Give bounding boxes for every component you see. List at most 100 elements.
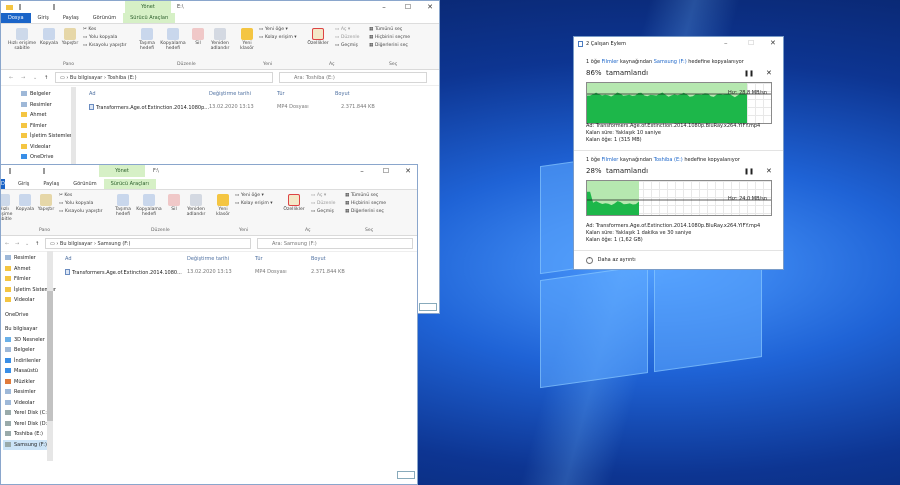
- copy-to-button[interactable]: Kopyalama hedefi: [135, 194, 163, 217]
- quick-access-toolbar-icons[interactable]: [9, 168, 45, 174]
- source-link[interactable]: Filmler: [602, 157, 619, 163]
- breadcrumb-drive[interactable]: Toshiba (E:): [108, 75, 137, 81]
- new-folder-button[interactable]: Yeni klasör: [213, 194, 233, 217]
- destination-link[interactable]: Toshiba (E:): [654, 157, 683, 163]
- quick-access-toolbar-icons[interactable]: [19, 4, 55, 10]
- cancel-button[interactable]: ✕: [766, 167, 772, 175]
- breadcrumb-this-pc[interactable]: Bu bilgisayar: [70, 75, 102, 81]
- back-arrow-icon[interactable]: ←: [5, 241, 9, 247]
- tab-file[interactable]: Dosya: [1, 179, 5, 189]
- nav-item[interactable]: Yerel Disk (C:): [3, 408, 49, 419]
- history-button[interactable]: ▭ Geçmiş: [311, 209, 334, 215]
- paste-shortcut-button[interactable]: ▭ Kısayolu yapıştır: [83, 43, 127, 49]
- new-item-button[interactable]: ▭ Yeni öğe ▾: [235, 193, 264, 199]
- close-button[interactable]: ✕: [770, 39, 776, 47]
- pause-button[interactable]: ❚❚: [744, 168, 754, 175]
- tab-view[interactable]: Görünüm: [66, 179, 103, 189]
- pin-quick-access-button[interactable]: Hızlı erişime sabitle: [5, 28, 39, 51]
- open-button[interactable]: ▭ Aç ▾: [311, 193, 326, 199]
- column-header-name[interactable]: Ad: [89, 91, 96, 97]
- nav-item-documents[interactable]: Belgeler: [19, 89, 71, 100]
- new-item-button[interactable]: ▭ Yeni öğe ▾: [259, 27, 288, 33]
- open-button[interactable]: ▭ Aç ▾: [335, 27, 350, 33]
- copy-button[interactable]: Kopyala: [15, 194, 35, 212]
- nav-item[interactable]: Belgeler: [3, 345, 47, 356]
- recent-locations-icon[interactable]: ⌄: [33, 75, 37, 81]
- select-none-button[interactable]: ▦ Hiçbirini seçme: [345, 201, 386, 207]
- tab-share[interactable]: Paylaş: [56, 13, 86, 23]
- less-details-button[interactable]: ˆ Daha az ayrıntı: [586, 257, 636, 264]
- edit-button[interactable]: ▭ Düzenle: [335, 35, 360, 41]
- nav-item[interactable]: Müzikler: [3, 377, 47, 388]
- nav-item[interactable]: Masaüstü: [3, 366, 47, 377]
- nav-item-onedrive[interactable]: OneDrive: [3, 310, 47, 321]
- file-operation-dialog[interactable]: 2 Çalışan Eylem – ☐ ✕ 1 öğe Filmler kayn…: [573, 36, 784, 270]
- nav-item[interactable]: Resimler: [3, 387, 47, 398]
- easy-access-button[interactable]: ▭ Kolay erişim ▾: [259, 35, 297, 41]
- cancel-button[interactable]: ✕: [766, 69, 772, 77]
- new-folder-button[interactable]: Yeni klasör: [237, 28, 257, 51]
- recent-locations-icon[interactable]: ⌄: [25, 241, 29, 247]
- tab-home[interactable]: Giriş: [31, 13, 56, 23]
- nav-item[interactable]: Resimler: [3, 253, 47, 264]
- nav-item-ahmet[interactable]: Ahmet: [19, 110, 71, 121]
- column-header-date[interactable]: Değiştirme tarihi: [187, 256, 229, 262]
- tab-home[interactable]: Giriş: [11, 179, 36, 189]
- forward-arrow-icon[interactable]: →: [21, 75, 25, 81]
- maximize-button[interactable]: ☐: [375, 165, 397, 177]
- nav-item-this-pc[interactable]: Bu bilgisayar: [3, 324, 47, 335]
- nav-item[interactable]: Ahmet: [3, 264, 47, 275]
- delete-button[interactable]: Sil: [189, 28, 207, 46]
- invert-selection-button[interactable]: ▦ Diğerlerini seç: [345, 209, 384, 215]
- minimize-button[interactable]: –: [724, 39, 728, 47]
- nav-item[interactable]: Videolar: [3, 398, 47, 409]
- maximize-button[interactable]: ☐: [748, 39, 754, 47]
- invert-selection-button[interactable]: ▦ Diğerlerini seç: [369, 43, 408, 49]
- paste-button[interactable]: Yapıştır: [35, 194, 57, 212]
- copy-to-button[interactable]: Kopyalama hedefi: [159, 28, 187, 51]
- search-input[interactable]: Ara: Samsung (F:): [257, 238, 413, 249]
- minimize-button[interactable]: –: [351, 165, 373, 177]
- up-arrow-icon[interactable]: ↑: [35, 241, 39, 247]
- file-row[interactable]: Transformers.Age.of.Extinction.2014.1080…: [89, 104, 209, 111]
- forward-arrow-icon[interactable]: →: [15, 241, 19, 247]
- title-bar[interactable]: Yönet E:\ – ☐ ✕: [1, 1, 439, 13]
- move-to-button[interactable]: Taşıma hedefi: [111, 194, 135, 217]
- destination-link[interactable]: Samsung (F:): [654, 59, 687, 65]
- nav-item[interactable]: 3D Nesneler: [3, 335, 47, 346]
- tab-drive-tools[interactable]: Sürücü Araçları: [123, 13, 176, 23]
- copy-button[interactable]: Kopyala: [39, 28, 59, 46]
- close-button[interactable]: ✕: [419, 1, 439, 13]
- file-row[interactable]: Transformers.Age.of.Extinction.2014.1080…: [65, 269, 182, 276]
- view-toggle-icons[interactable]: [397, 471, 415, 479]
- nav-item-pictures[interactable]: Resimler: [19, 100, 71, 111]
- view-toggle-icons[interactable]: [419, 303, 437, 311]
- up-arrow-icon[interactable]: ↑: [44, 75, 48, 81]
- column-header-date[interactable]: Değiştirme tarihi: [209, 91, 251, 97]
- nav-item-selected[interactable]: Samsung (F:): [3, 439, 47, 450]
- move-to-button[interactable]: Taşıma hedefi: [135, 28, 159, 51]
- column-header-type[interactable]: Tür: [255, 256, 263, 262]
- tab-drive-tools[interactable]: Sürücü Araçları: [103, 179, 156, 189]
- title-bar[interactable]: Yönet F:\ – ☐ ✕: [1, 165, 417, 177]
- nav-scrollbar[interactable]: [47, 251, 53, 461]
- nav-item[interactable]: Filmler: [3, 274, 47, 285]
- column-header-size[interactable]: Boyut: [311, 256, 326, 262]
- nav-item-onedrive[interactable]: OneDrive: [19, 152, 71, 163]
- paste-shortcut-button[interactable]: ▭ Kısayolu yapıştır: [59, 209, 103, 215]
- cut-button[interactable]: ✂ Kes: [59, 193, 72, 199]
- nav-item-os[interactable]: İşletim Sistemler: [19, 131, 72, 142]
- history-button[interactable]: ▭ Geçmiş: [335, 43, 358, 49]
- nav-item-videos[interactable]: Videolar: [19, 142, 71, 153]
- properties-button[interactable]: Özellikler: [305, 28, 331, 46]
- address-bar[interactable]: ▭ › Bu bilgisayar › Samsung (F:): [45, 238, 251, 249]
- select-all-button[interactable]: ▦ Tümünü seç: [345, 193, 378, 199]
- properties-button[interactable]: Özellikler: [281, 194, 307, 212]
- nav-item[interactable]: İndirilenler: [3, 356, 47, 367]
- back-arrow-icon[interactable]: ←: [9, 75, 13, 81]
- nav-item[interactable]: Videolar: [3, 295, 47, 306]
- maximize-button[interactable]: ☐: [397, 1, 419, 13]
- pause-button[interactable]: ❚❚: [744, 70, 754, 77]
- address-bar[interactable]: ▭ › Bu bilgisayar › Toshiba (E:): [55, 72, 273, 83]
- column-header-name[interactable]: Ad: [65, 256, 72, 262]
